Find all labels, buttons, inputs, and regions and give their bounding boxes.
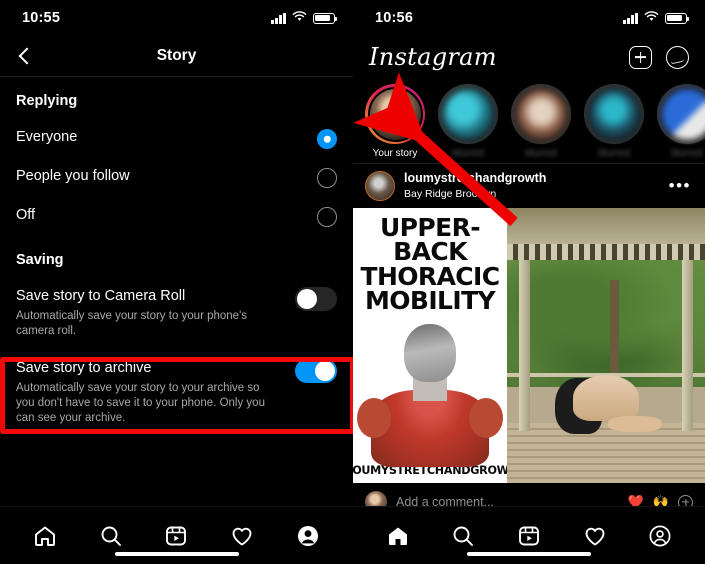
row-save-story-to-archive[interactable]: Save story to archive Automatically save…	[0, 348, 353, 435]
status-time: 10:56	[375, 10, 414, 26]
story-item[interactable]: blurred	[436, 84, 500, 159]
tab-profile[interactable]	[293, 521, 323, 551]
row-everyone[interactable]: Everyone	[0, 119, 353, 158]
tab-reels[interactable]	[514, 521, 544, 551]
instagram-header: Instagram	[353, 36, 705, 78]
post-media[interactable]: UPPER-BACK THORACIC MOBILITY @LOUMYSTRET…	[353, 208, 705, 483]
media-title-line3: MOBILITY	[364, 285, 496, 315]
row-title: Save story to Camera Roll	[16, 288, 186, 304]
row-title: Off	[16, 207, 36, 223]
tabbar-right	[353, 506, 705, 564]
story-ring	[511, 84, 571, 144]
battery-icon	[665, 12, 689, 24]
plus-box-icon[interactable]	[629, 45, 652, 69]
right-phone-instagram-feed: 10:56 Instagram Your story blurred blurr…	[353, 0, 705, 564]
battery-icon	[313, 12, 337, 24]
tab-activity[interactable]	[227, 521, 257, 551]
cellular-signal-icon	[623, 12, 638, 24]
row-subtitle: Automatically save your story to your ph…	[16, 310, 248, 337]
instagram-logo[interactable]: Instagram	[369, 43, 497, 71]
tab-search[interactable]	[96, 521, 126, 551]
row-main: Off	[16, 206, 317, 225]
story-item[interactable]: blurred	[655, 84, 705, 159]
radio-people-you-follow[interactable]	[317, 168, 337, 188]
section-header-saving: Saving	[16, 252, 64, 268]
media-title-card: UPPER-BACK THORACIC MOBILITY @LOUMYSTRET…	[353, 208, 525, 483]
tab-profile[interactable]	[645, 521, 675, 551]
wifi-icon	[292, 9, 307, 27]
avatar	[513, 86, 569, 142]
messenger-icon[interactable]	[666, 45, 689, 69]
media-title-line1: UPPER-BACK	[379, 213, 481, 267]
row-main: People you follow	[16, 167, 317, 186]
story-ring	[365, 84, 425, 144]
row-people-you-follow[interactable]: People you follow	[0, 158, 353, 197]
row-main: Save story to Camera Roll Automatically …	[16, 287, 295, 339]
home-indicator	[114, 552, 239, 556]
page-title: Story	[156, 47, 197, 64]
row-off[interactable]: Off	[0, 197, 353, 236]
more-options-icon[interactable]: •••	[667, 177, 693, 194]
row-subtitle: Automatically save your story to your ar…	[16, 382, 265, 424]
screenshot-stage: 10:55 Story Replying Everyone People you…	[0, 0, 705, 564]
status-icons	[271, 9, 337, 27]
row-title: People you follow	[16, 168, 130, 184]
toggle-save-to-archive[interactable]	[295, 359, 337, 383]
status-icons	[623, 9, 689, 27]
status-bar-left: 10:55	[0, 0, 353, 36]
tabbar-left	[0, 506, 353, 564]
status-bar-right: 10:56	[353, 0, 705, 36]
avatar	[367, 86, 423, 142]
section-header-replying: Replying	[16, 93, 78, 109]
radio-off[interactable]	[317, 207, 337, 227]
row-save-story-to-camera-roll[interactable]: Save story to Camera Roll Automatically …	[0, 278, 353, 348]
tab-search[interactable]	[448, 521, 478, 551]
avatar[interactable]	[365, 171, 395, 201]
avatar	[440, 86, 496, 142]
settings-nav-header: Story	[0, 36, 353, 76]
row-main: Save story to archive Automatically save…	[16, 359, 295, 426]
cellular-signal-icon	[271, 12, 286, 24]
toggle-save-to-camera-roll[interactable]	[295, 287, 337, 311]
home-indicator	[467, 552, 591, 556]
stories-tray[interactable]: Your story blurred blurred blurred blurr…	[353, 78, 705, 163]
media-handle-text: @LOUMYSTRETCHANDGROWTH	[353, 464, 526, 477]
tab-reels[interactable]	[161, 521, 191, 551]
media-title-text: UPPER-BACK THORACIC MOBILITY	[353, 213, 507, 315]
row-main: Everyone	[16, 128, 317, 147]
story-ring	[438, 84, 498, 144]
post-meta: loumystretchandgrowth Bay Ridge Brooklyn	[404, 171, 658, 201]
header-actions	[629, 45, 689, 69]
story-item[interactable]: blurred	[509, 84, 573, 159]
tab-home[interactable]	[383, 521, 413, 551]
avatar	[586, 86, 642, 142]
wifi-icon	[644, 9, 659, 27]
post-location[interactable]: Bay Ridge Brooklyn	[404, 187, 658, 201]
tab-activity[interactable]	[580, 521, 610, 551]
story-your-story[interactable]: Your story	[363, 84, 427, 159]
story-label: blurred	[671, 148, 703, 159]
avatar	[659, 86, 705, 142]
story-label: blurred	[598, 148, 630, 159]
story-ring	[657, 84, 705, 144]
left-phone-story-settings: 10:55 Story Replying Everyone People you…	[0, 0, 353, 564]
post-header: loumystretchandgrowth Bay Ridge Brooklyn…	[353, 164, 705, 208]
story-label: Your story	[372, 148, 418, 159]
row-title: Everyone	[16, 129, 78, 145]
post-username[interactable]: loumystretchandgrowth	[404, 171, 658, 186]
row-title: Save story to archive	[16, 360, 152, 376]
story-item[interactable]: blurred	[582, 84, 646, 159]
story-label: blurred	[452, 148, 484, 159]
radio-everyone[interactable]	[317, 129, 337, 149]
story-label: blurred	[525, 148, 557, 159]
anatomy-illustration	[353, 315, 507, 467]
status-time: 10:55	[22, 10, 61, 26]
story-ring	[584, 84, 644, 144]
tab-home[interactable]	[30, 521, 60, 551]
media-photo-gazebo	[507, 208, 705, 483]
